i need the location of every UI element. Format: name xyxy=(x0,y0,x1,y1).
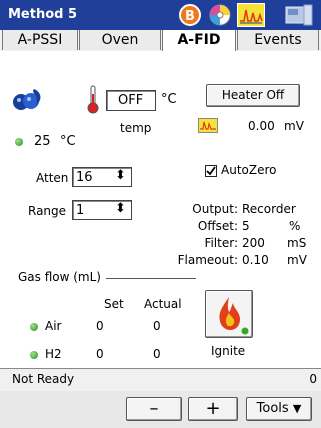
ignite-button[interactable] xyxy=(205,290,253,338)
air-set-value: 0 xyxy=(96,319,104,333)
h2-label: H2 xyxy=(45,347,62,361)
atten-value: 16 xyxy=(76,170,93,185)
range-spinner-icon[interactable]: ⬍ xyxy=(115,201,126,216)
offset-value: 5 xyxy=(242,219,250,233)
svg-text:B: B xyxy=(185,9,195,24)
autozero-checkbox[interactable] xyxy=(205,165,217,177)
signal-value: 0.00 xyxy=(248,119,275,133)
air-label: Air xyxy=(45,319,62,333)
h2-actual-value: 0 xyxy=(153,347,161,361)
filter-value: 200 xyxy=(242,236,265,250)
h2-set-value: 0 xyxy=(96,347,104,361)
tune-disc-icon[interactable] xyxy=(207,3,233,27)
output-value: Recorder xyxy=(242,202,296,216)
bottom-toolbar: – + Tools ▼ xyxy=(0,391,321,428)
temp-setpoint-value: OFF xyxy=(118,93,144,108)
tools-label: Tools xyxy=(256,401,289,416)
gas-set-header: Set xyxy=(104,297,124,311)
actual-temp-value: 25 xyxy=(34,134,51,149)
flame-icon xyxy=(219,297,249,335)
chromatogram-icon[interactable] xyxy=(237,3,265,27)
air-actual-value: 0 xyxy=(153,319,161,333)
atten-label: Atten xyxy=(36,171,69,185)
tab-bar: A-PSSI Oven A-FID Events xyxy=(0,30,321,52)
plus-button[interactable]: + xyxy=(188,397,238,421)
minus-button[interactable]: – xyxy=(126,397,182,421)
title-bar: Method 5 B xyxy=(0,0,321,30)
temp-setpoint-field[interactable]: OFF xyxy=(106,90,156,111)
offset-label: Offset: xyxy=(197,219,238,233)
ignite-label: Ignite xyxy=(211,344,246,358)
temp-status-led xyxy=(15,138,23,146)
output-info: Output: Recorder Offset: 5 % Filter: 200… xyxy=(177,202,320,282)
flameout-value: 0.10 xyxy=(242,253,269,267)
a-fid-panel: OFF °C temp 25 °C Heater Off 0.00 mV Att… xyxy=(0,51,321,368)
air-status-led xyxy=(30,323,38,331)
autozero-label: AutoZero xyxy=(221,163,277,177)
tab-a-fid[interactable]: A-FID xyxy=(162,30,236,52)
actual-temp-unit: °C xyxy=(60,134,76,149)
tab-events[interactable]: Events xyxy=(237,30,319,50)
checkmark-icon xyxy=(206,166,216,176)
output-label: Output: xyxy=(192,202,238,216)
range-label: Range xyxy=(28,204,67,218)
offset-unit: % xyxy=(289,219,301,233)
gas-actual-header: Actual xyxy=(144,297,182,311)
signal-unit: mV xyxy=(284,119,304,133)
range-value: 1 xyxy=(76,203,85,218)
signal-icon xyxy=(198,118,218,133)
filter-label: Filter: xyxy=(204,236,238,250)
atten-select[interactable]: 16 ⬍ xyxy=(72,167,132,187)
gas-flow-divider xyxy=(106,278,196,279)
stop-b-icon[interactable]: B xyxy=(177,3,203,27)
heater-off-button[interactable]: Heater Off xyxy=(206,84,300,107)
filter-unit: mS xyxy=(287,236,307,250)
tab-a-pssi[interactable]: A-PSSI xyxy=(2,30,78,50)
gas-molecule-icon xyxy=(10,85,44,115)
status-text: Not Ready xyxy=(12,372,75,386)
thermometer-icon xyxy=(86,84,100,114)
status-count: 0 xyxy=(309,372,317,386)
tab-oven[interactable]: Oven xyxy=(79,30,161,50)
window-title: Method 5 xyxy=(8,7,78,22)
dropdown-arrow-icon: ▼ xyxy=(292,402,302,415)
tools-button[interactable]: Tools ▼ xyxy=(246,397,312,421)
gas-flow-title: Gas flow (mL) xyxy=(18,270,101,284)
flameout-label: Flameout: xyxy=(177,253,238,267)
range-select[interactable]: 1 ⬍ xyxy=(72,200,132,220)
temp-label: temp xyxy=(120,121,152,135)
h2-status-led xyxy=(30,351,38,359)
flameout-unit: mV xyxy=(287,253,307,267)
temp-setpoint-unit: °C xyxy=(161,92,177,107)
instrument-icon[interactable] xyxy=(282,3,316,27)
status-bar: Not Ready 0 xyxy=(0,368,321,392)
atten-spinner-icon[interactable]: ⬍ xyxy=(115,168,126,183)
